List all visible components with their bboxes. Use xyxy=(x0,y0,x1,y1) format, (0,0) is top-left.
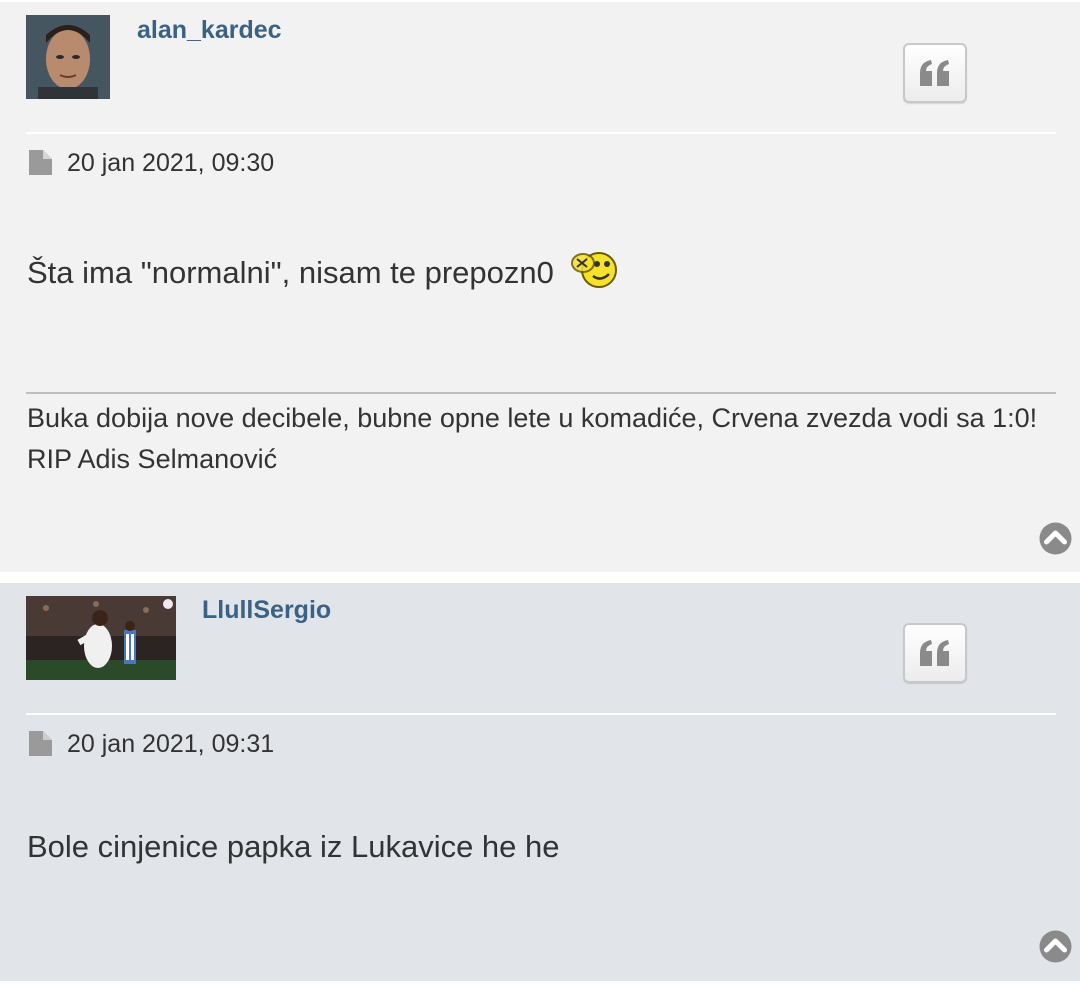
post-content: Bole cinjenice papka iz Lukavice he he xyxy=(27,829,560,864)
quote-button[interactable] xyxy=(903,623,967,683)
post-content-text: Bole cinjenice papka iz Lukavice he he xyxy=(27,829,560,864)
post-date: 20 jan 2021, 09:31 xyxy=(67,730,275,758)
quote-button[interactable] xyxy=(903,43,967,103)
quote-icon xyxy=(920,640,949,666)
file-icon xyxy=(29,150,52,175)
post-content-text: Šta ima "normalni", nisam te prepozn0 xyxy=(27,255,554,290)
signature: Buka dobija nove decibele, bubne opne le… xyxy=(27,398,1057,480)
file-icon xyxy=(29,731,52,756)
username-link[interactable]: LlullSergio xyxy=(202,598,331,623)
signature-separator xyxy=(26,392,1056,394)
quote-icon xyxy=(920,60,949,86)
avatar[interactable] xyxy=(26,15,110,99)
avatar[interactable] xyxy=(26,596,176,680)
post-date: 20 jan 2021, 09:30 xyxy=(67,149,275,177)
headbang-smiley-icon xyxy=(569,249,621,296)
post: alan_kardec 20 jan 2021, 09:30 Šta ima "… xyxy=(0,2,1080,572)
post-header-divider xyxy=(26,132,1056,134)
username-link[interactable]: alan_kardec xyxy=(137,18,282,43)
avatar-image xyxy=(26,15,110,99)
chevron-up-circle-icon[interactable] xyxy=(1039,522,1072,555)
signature-line: RIP Adis Selmanović xyxy=(27,444,278,474)
post-content: Šta ima "normalni", nisam te prepozn0 xyxy=(27,249,621,296)
chevron-up-circle-icon[interactable] xyxy=(1039,930,1072,963)
post: LlullSergio 20 jan 2021, 09:31 Bole cinj… xyxy=(0,583,1080,981)
avatar-image xyxy=(26,596,176,680)
signature-line: Buka dobija nove decibele, bubne opne le… xyxy=(27,403,1038,433)
post-header-divider xyxy=(26,713,1056,715)
